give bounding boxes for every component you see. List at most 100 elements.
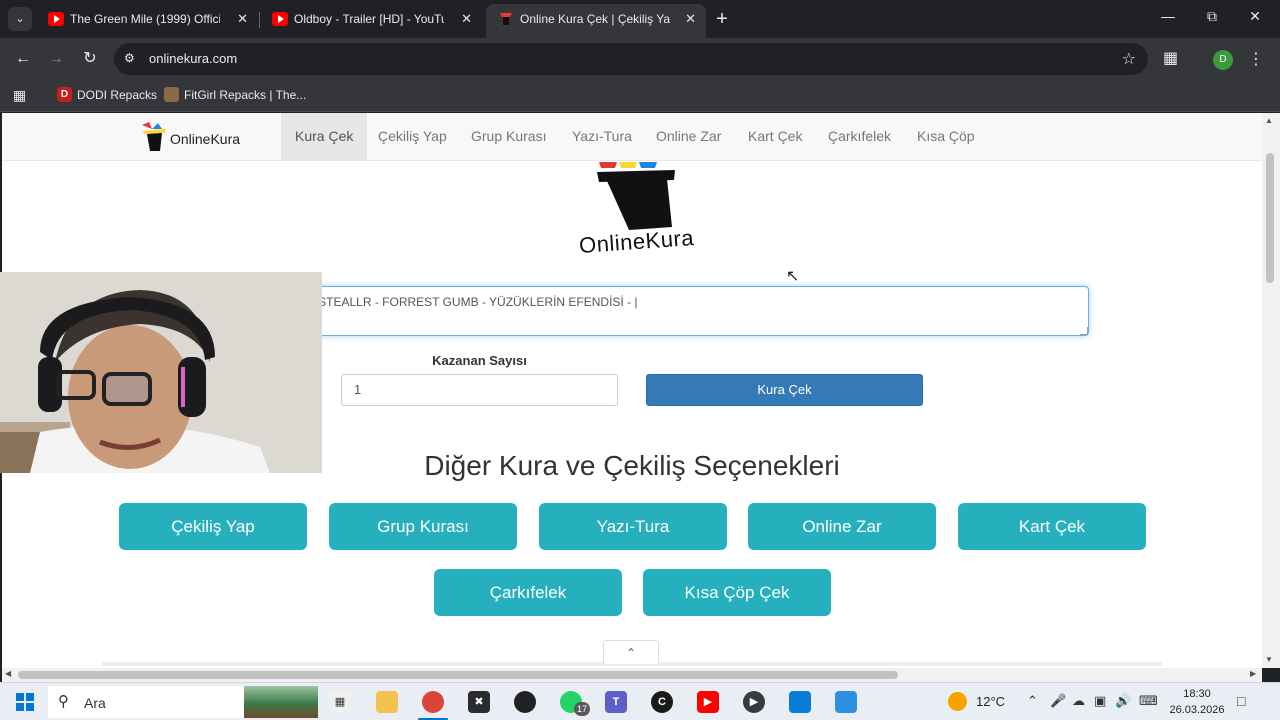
- chrome-icon[interactable]: [422, 691, 444, 713]
- option-yazi-tura-button[interactable]: Yazı-Tura: [539, 503, 727, 550]
- clock-date: 26.03.2026: [1169, 704, 1225, 716]
- nav-online-zar[interactable]: Online Zar: [642, 113, 735, 160]
- onedrive-cloud-icon[interactable]: ☁: [1072, 693, 1085, 709]
- mouse-cursor-icon: ↖: [786, 268, 800, 285]
- winners-count-input[interactable]: 1: [341, 374, 618, 406]
- task-view-icon[interactable]: ▦: [329, 691, 351, 713]
- tab-search-chevron-icon[interactable]: ⌄: [8, 7, 32, 31]
- kura-cek-button[interactable]: Kura Çek: [646, 374, 923, 406]
- bookmark-label: DODI Repacks: [77, 88, 158, 102]
- option-grup-kurasi-button[interactable]: Grup Kurası: [329, 503, 517, 550]
- streamer-webcam-image: [0, 272, 322, 473]
- bookmark-dodi[interactable]: D DODI Repacks: [57, 87, 158, 102]
- resize-grip-icon[interactable]: [1080, 327, 1088, 335]
- nav-yazi-tura[interactable]: Yazı-Tura: [558, 113, 646, 160]
- minimize-icon[interactable]: —: [1158, 8, 1178, 24]
- new-tab-plus-icon[interactable]: +: [712, 8, 732, 30]
- nav-kura-cek[interactable]: Kura Çek: [281, 113, 368, 160]
- capcut-icon[interactable]: ✖: [468, 691, 490, 713]
- brand-text: OnlineKura: [170, 131, 241, 147]
- site-navbar: OnlineKura Kura Çek Çekiliş Yap Grup Kur…: [2, 113, 1262, 161]
- onlinekura-icon: [500, 13, 512, 25]
- tab-green-mile[interactable]: The Green Mile (1999) Official T ✕: [36, 4, 258, 38]
- microphone-icon[interactable]: 🎤: [1050, 693, 1066, 709]
- media-player-icon[interactable]: ▶: [743, 691, 765, 713]
- weather-sun-icon[interactable]: [948, 692, 967, 711]
- bookmark-star-icon[interactable]: ☆: [1122, 49, 1136, 69]
- reload-icon[interactable]: ↻: [79, 48, 101, 70]
- tab-close-icon[interactable]: ✕: [237, 4, 248, 34]
- extensions-puzzle-icon[interactable]: ▦: [1163, 48, 1178, 68]
- tab-title: Online Kura Çek | Çekiliş Yap: [520, 12, 670, 26]
- url-text: onlinekura.com: [149, 51, 238, 66]
- scroll-right-arrow-icon[interactable]: ▶: [1250, 669, 1256, 678]
- apps-grid-icon[interactable]: ▦: [13, 87, 26, 104]
- tab-strip: ⌄ The Green Mile (1999) Official T ✕ Old…: [0, 0, 1280, 38]
- nav-grup-kurasi[interactable]: Grup Kurası: [457, 113, 560, 160]
- tab-onlinekura[interactable]: Online Kura Çek | Çekiliş Yap ✕: [486, 4, 706, 38]
- vertical-scroll-thumb[interactable]: [1266, 153, 1274, 283]
- back-arrow-icon[interactable]: ←: [12, 48, 34, 70]
- file-explorer-icon[interactable]: [376, 691, 398, 713]
- option-carkifelek-button[interactable]: Çarkıfelek: [434, 569, 622, 616]
- scroll-down-arrow-icon[interactable]: ▼: [1265, 655, 1273, 664]
- windows-start-icon[interactable]: [16, 693, 34, 711]
- bookmarks-bar: ▦ D DODI Repacks FitGirl Repacks | The..…: [0, 80, 1280, 112]
- onlinekura-logo-icon: [142, 122, 166, 151]
- tab-oldboy[interactable]: Oldboy - Trailer [HD] - YouTube ✕: [260, 4, 482, 38]
- system-clock[interactable]: 18:30 26.03.2026: [1168, 686, 1226, 718]
- webcam-overlay: [0, 272, 322, 473]
- search-icon: ⚲: [58, 693, 69, 710]
- option-kisa-cop-cek-button[interactable]: Kısa Çöp Çek: [643, 569, 831, 616]
- youtube-app-icon[interactable]: ▶: [697, 691, 719, 713]
- search-placeholder: Ara: [84, 695, 106, 711]
- chevron-up-icon[interactable]: ⌃: [603, 640, 659, 664]
- option-online-zar-button[interactable]: Online Zar: [748, 503, 936, 550]
- bookmark-fitgirl[interactable]: FitGirl Repacks | The...: [164, 87, 307, 102]
- tab-title: The Green Mile (1999) Official T: [70, 12, 220, 26]
- forward-arrow-icon[interactable]: →: [45, 48, 67, 70]
- photos-icon[interactable]: [835, 691, 857, 713]
- winners-count-label: Kazanan Sayısı: [432, 353, 527, 368]
- keyboard-icon[interactable]: ⌨: [1139, 693, 1158, 709]
- tab-title: Oldboy - Trailer [HD] - YouTube: [294, 12, 444, 26]
- tab-close-icon[interactable]: ✕: [461, 4, 472, 34]
- option-kart-cek-button[interactable]: Kart Çek: [958, 503, 1146, 550]
- vertical-scrollbar[interactable]: ▲ ▼: [1262, 113, 1280, 668]
- nav-kisa-cop[interactable]: Kısa Çöp: [903, 113, 989, 160]
- chrome-menu-icon[interactable]: ⋮: [1248, 49, 1264, 69]
- teams-icon[interactable]: T: [605, 691, 627, 713]
- youtube-icon: [272, 12, 288, 26]
- tray-chevron-up-icon[interactable]: ⌃: [1027, 693, 1038, 709]
- youtube-icon: [48, 12, 64, 26]
- nav-carkifelek[interactable]: Çarkıfelek: [814, 113, 905, 160]
- windows-taskbar: ⚲ Ara ▦ ✖ 17 T C ▶ ▶ 12°C ⌃ 🎤 ☁ ▣ 🔊 ⌨ 18…: [0, 682, 1280, 720]
- whatsapp-badge: 17: [574, 702, 590, 716]
- nav-cekilis-yap[interactable]: Çekiliş Yap: [364, 113, 461, 160]
- bookmark-label: FitGirl Repacks | The...: [184, 88, 307, 102]
- option-cekilis-yap-button[interactable]: Çekiliş Yap: [119, 503, 307, 550]
- site-info-icon[interactable]: ⚙: [124, 51, 135, 65]
- browser-toolbar: ← → ↻ ⚙ onlinekura.com ☆: [0, 38, 1280, 80]
- profile-avatar[interactable]: D: [1213, 50, 1233, 70]
- obs-icon[interactable]: [514, 691, 536, 713]
- restore-icon[interactable]: ⧉: [1202, 8, 1222, 25]
- temperature[interactable]: 12°C: [976, 694, 1005, 709]
- tab-close-icon[interactable]: ✕: [685, 4, 696, 34]
- fitgirl-icon: [164, 87, 179, 102]
- scroll-left-arrow-icon[interactable]: ◀: [5, 669, 11, 678]
- video-editor-icon[interactable]: [789, 691, 811, 713]
- search-highlight-image[interactable]: [244, 686, 318, 718]
- notification-icon[interactable]: □: [1237, 693, 1245, 709]
- address-bar[interactable]: ⚙ onlinekura.com ☆: [114, 43, 1148, 75]
- scroll-up-arrow-icon[interactable]: ▲: [1265, 116, 1273, 125]
- network-icon[interactable]: ▣: [1094, 693, 1106, 709]
- volume-icon[interactable]: 🔊: [1115, 693, 1131, 709]
- app-c-icon[interactable]: C: [651, 691, 673, 713]
- close-window-icon[interactable]: ✕: [1245, 8, 1265, 25]
- taskbar-search[interactable]: ⚲ Ara: [48, 686, 318, 718]
- horizontal-scroll-thumb[interactable]: [18, 671, 898, 679]
- horizontal-scrollbar[interactable]: ◀ ▶: [2, 668, 1262, 682]
- screen: ⌄ The Green Mile (1999) Official T ✕ Old…: [0, 0, 1280, 720]
- nav-kart-cek[interactable]: Kart Çek: [734, 113, 816, 160]
